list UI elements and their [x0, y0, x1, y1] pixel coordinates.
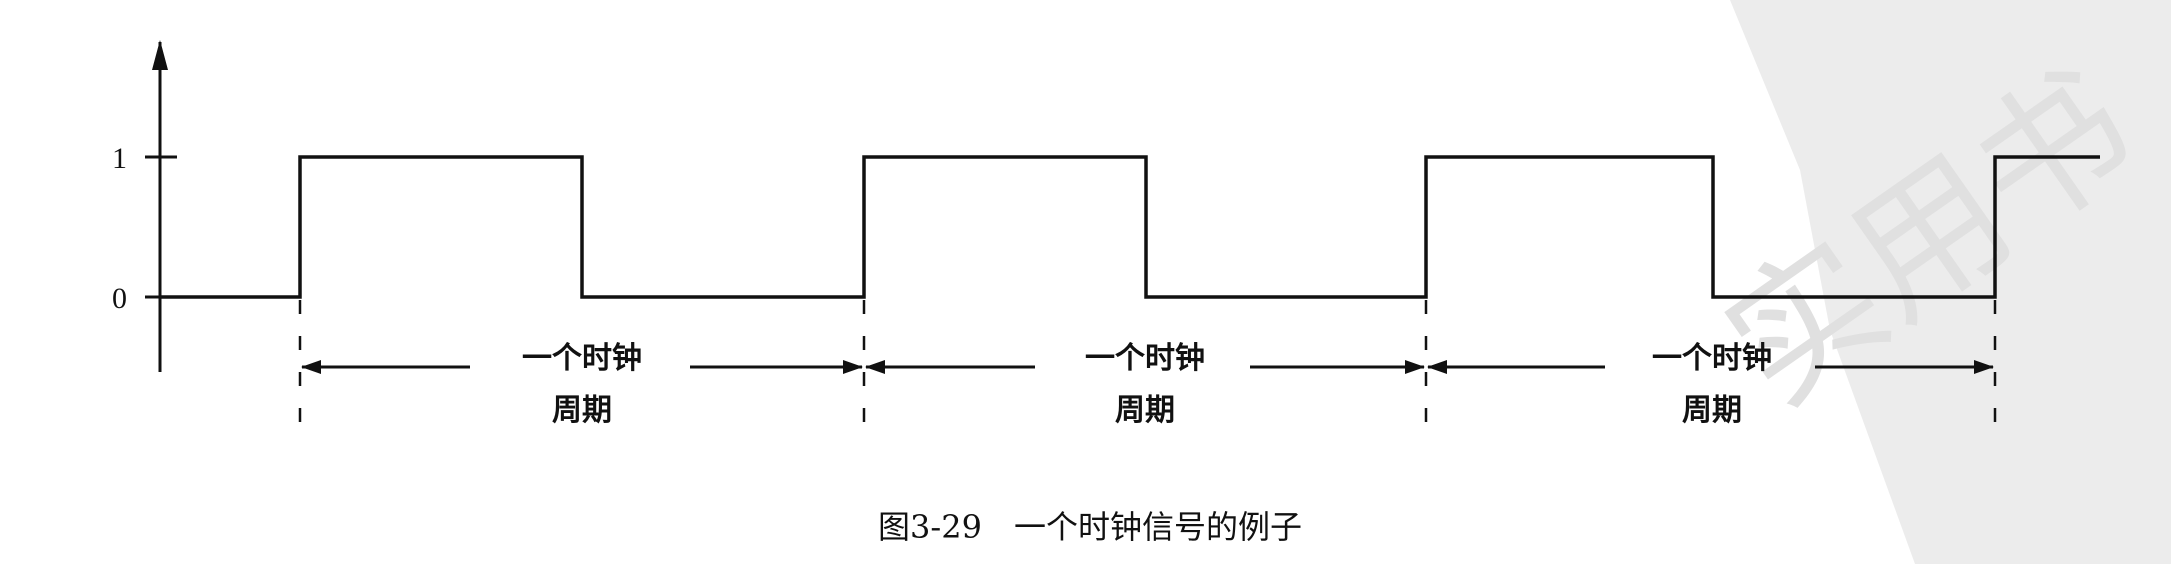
- figure: 实用书 1 0 一个时钟 周期 一个时钟 周期 一个时钟 周期 图3-29 一个…: [0, 0, 2171, 564]
- period-label-3-line1: 一个时钟: [1652, 341, 1772, 376]
- period-label-2-line2: 周期: [1115, 393, 1175, 428]
- figure-caption: 图3-29 一个时钟信号的例子: [878, 508, 1302, 546]
- period-label-1-line2: 周期: [552, 393, 612, 428]
- clock-diagram: 实用书 1 0 一个时钟 周期 一个时钟 周期 一个时钟 周期 图3-29 一个…: [112, 0, 2171, 564]
- watermark: 实用书: [1697, 0, 2171, 564]
- y-tick-label-0: 0: [112, 282, 127, 315]
- period-label-2-line1: 一个时钟: [1085, 341, 1205, 376]
- y-tick-label-1: 1: [112, 142, 127, 175]
- period-label-3-line2: 周期: [1682, 393, 1742, 428]
- period-label-1-line1: 一个时钟: [522, 341, 642, 376]
